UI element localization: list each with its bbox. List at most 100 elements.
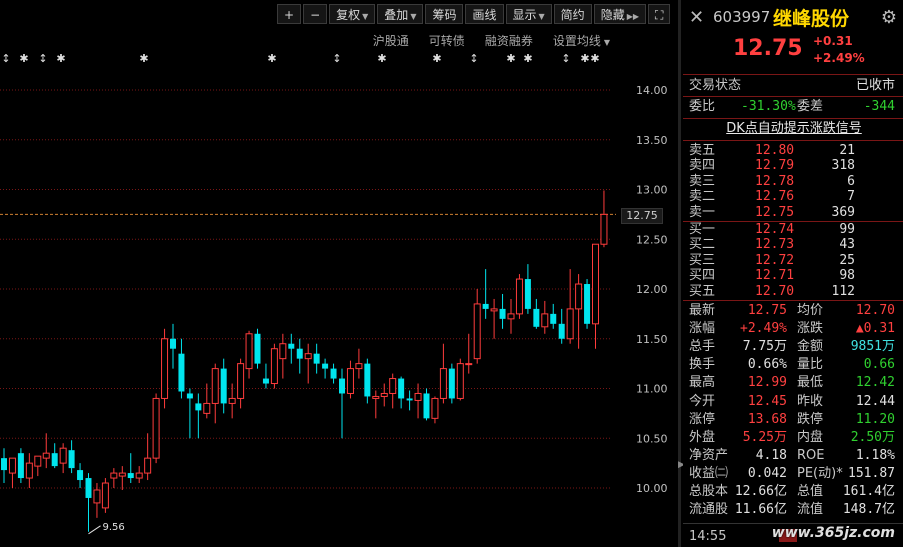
- draw-line-button[interactable]: 画线: [465, 4, 504, 24]
- ask-label: 卖二: [689, 189, 716, 205]
- candle-body: [228, 397, 236, 404]
- candle-body: [550, 313, 557, 324]
- last-price-tag: 12.75: [621, 208, 663, 224]
- bid-price: 12.74: [755, 222, 795, 237]
- candle-body: [592, 243, 599, 325]
- stats-row: 涨停 13.68 跌停 11.20: [689, 412, 899, 428]
- stat-value: 0.66: [863, 357, 895, 373]
- candle-body: [456, 363, 464, 399]
- candle-body: [499, 308, 506, 319]
- bid-row[interactable]: 买三 12.72 25: [689, 253, 899, 269]
- watermark-logo: www.365jz.com: [771, 525, 895, 541]
- stat-label: 换手: [689, 357, 716, 373]
- stat-value: 0.042: [747, 465, 787, 481]
- ask-row[interactable]: 卖二 12.76 7: [689, 189, 899, 205]
- bid-label: 买四: [689, 268, 716, 284]
- settings-gear-icon[interactable]: ⚙: [881, 8, 897, 28]
- ask-row[interactable]: 卖三 12.78 6: [689, 174, 899, 190]
- price-change: +0.31: [813, 34, 853, 48]
- candle-body: [118, 472, 126, 477]
- current-price: 12.75: [733, 36, 803, 61]
- stat-value: 12.70: [855, 303, 895, 318]
- stat-label: 外盘: [689, 429, 716, 445]
- y-tick-label: 11.00: [636, 383, 668, 396]
- candle-body: [339, 378, 345, 394]
- wei-diff-value: -344: [863, 99, 895, 114]
- ask-volume: 318: [831, 158, 855, 174]
- zoom-out-button[interactable]: −: [303, 4, 328, 24]
- stat-value: 12.42: [855, 375, 895, 391]
- zoom-in-button[interactable]: +: [277, 4, 302, 24]
- stat-value: 151.87: [848, 465, 895, 481]
- wei-diff-label: 委差: [797, 99, 824, 114]
- candle-body: [211, 368, 219, 404]
- hk-connect-link[interactable]: 沪股通: [373, 32, 409, 49]
- y-tick-label: 12.50: [636, 233, 668, 246]
- candle-body: [34, 455, 42, 467]
- event-marker-icon: ↕: [38, 52, 47, 65]
- dk-signal-link[interactable]: DK点自动提示涨跌信号: [689, 121, 899, 137]
- bid-row[interactable]: 买四 12.71 98: [689, 268, 899, 284]
- y-tick-label: 13.50: [636, 134, 668, 147]
- candle-body: [42, 452, 50, 459]
- ask-label: 卖五: [689, 143, 716, 158]
- ask-volume: 6: [847, 173, 855, 189]
- stat-value: 11.20: [855, 411, 895, 427]
- candle-body: [296, 348, 303, 359]
- close-icon[interactable]: ✕: [689, 8, 709, 28]
- chips-button[interactable]: 筹码: [425, 4, 464, 24]
- stat-value: 12.44: [855, 393, 895, 409]
- stat-label: ROE: [797, 447, 825, 463]
- y-tick-label: 12.00: [636, 283, 668, 296]
- set-ma-label: 设置均线: [552, 34, 601, 48]
- y-tick-label: 10.50: [636, 432, 668, 445]
- hide-button[interactable]: 隐藏 ▶▶: [593, 4, 647, 24]
- bid-price: 12.73: [755, 237, 795, 253]
- event-marker-icon: ✱: [377, 52, 386, 65]
- kline-chart-area[interactable]: 14.00 13.50 13.00 12.50 12.00 11.50 11.00 10.50…: [0, 0, 678, 547]
- bid-row[interactable]: 买二 12.73 43: [689, 237, 899, 253]
- stat-label: 均价: [797, 303, 824, 318]
- display-button[interactable]: 显示 ▼: [505, 4, 552, 24]
- ask-row[interactable]: 卖四 12.79 318: [689, 158, 899, 174]
- overlay-button[interactable]: 叠加 ▼: [377, 4, 424, 24]
- adjust-price-button[interactable]: 复权 ▼: [329, 4, 376, 24]
- kline-chart[interactable]: 14.00 13.50 13.00 12.50 12.00 11.50 11.00 10.50…: [0, 0, 678, 547]
- y-tick-label: 13.00: [636, 184, 668, 197]
- candle-body: [584, 284, 591, 324]
- convertible-bond-link[interactable]: 可转债: [429, 32, 465, 49]
- wei-ratio-label: 委比: [689, 99, 716, 114]
- bid-volume: 98: [839, 268, 855, 284]
- event-marker-icon: ✱: [590, 52, 599, 65]
- simple-mode-button[interactable]: 简约: [553, 4, 592, 24]
- low-pointer: [88, 525, 101, 535]
- bid-row[interactable]: 买一 12.74 99: [689, 222, 899, 238]
- chart-toolbar: + − 复权 ▼ 叠加 ▼ 筹码 画线 显示 ▼ 简约 隐藏 ▶▶ ⛶: [277, 4, 671, 26]
- margin-trading-link[interactable]: 融资融券: [485, 32, 533, 49]
- bid-row[interactable]: 买五 12.70 112: [689, 284, 899, 300]
- ask-label: 卖一: [689, 204, 716, 220]
- event-marker-icon: ↕: [1, 52, 10, 65]
- candle-body: [25, 462, 33, 479]
- candle-body: [380, 392, 388, 397]
- candle-body: [170, 338, 176, 349]
- ask-row[interactable]: 卖五 12.80 21: [689, 143, 899, 159]
- fullscreen-button[interactable]: ⛶: [648, 4, 671, 24]
- ask-row[interactable]: 卖一 12.75 369: [689, 205, 899, 221]
- candle-body: [414, 392, 422, 401]
- candle-body: [178, 353, 185, 392]
- ask-price: 12.75: [755, 204, 795, 220]
- event-marker-icon: ✱: [267, 52, 276, 65]
- candle-body: [490, 308, 498, 312]
- stats-row: 总手 7.75万 金额 9851万: [689, 339, 899, 355]
- ask-label: 卖四: [689, 158, 716, 174]
- stock-code: 603997: [713, 8, 771, 26]
- stats-row: 净资产 4.18 ROE 1.18%: [689, 448, 899, 464]
- set-ma-link[interactable]: 设置均线 ▼: [553, 32, 610, 49]
- stats-row: 最新 12.75 均价 12.70: [689, 303, 899, 319]
- stat-value: 12.66亿: [734, 484, 787, 499]
- y-tick-label: 10.00: [636, 482, 668, 495]
- candle-body: [398, 378, 405, 399]
- double-chevron-right-icon: ▶▶: [626, 12, 640, 21]
- ask-label: 卖三: [689, 173, 716, 189]
